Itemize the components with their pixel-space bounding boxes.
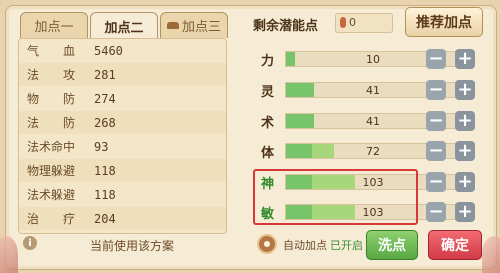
stat-value: 204 (94, 211, 116, 226)
stat-value: 118 (94, 163, 116, 178)
attribute-row: 力 10 (253, 47, 488, 71)
stat-name: 物 防 (27, 92, 76, 106)
auto-add-label[interactable]: 自动加点 (283, 237, 327, 253)
attribute-name: 术 (261, 116, 275, 131)
stat-row: 法术躲避 118 (19, 183, 226, 206)
attribute-row: 灵 41 (253, 78, 488, 102)
stats-panel: 气 血 5460 法 攻 281 物 防 274 法 防 268 法术命中 93… (18, 38, 227, 234)
stat-name: 法术命中 (27, 140, 76, 154)
stat-row: 法术命中 93 (19, 135, 226, 158)
tab-label: 加点三 (181, 20, 221, 35)
stat-row: 治 疗 204 (19, 207, 226, 230)
stat-value: 274 (94, 91, 116, 106)
plus-button[interactable]: + (455, 111, 475, 131)
corner-decoration-right (482, 236, 500, 273)
remaining-points-box: 0 (335, 13, 393, 33)
recommend-points-button[interactable]: 推荐加点 (405, 7, 483, 37)
stat-row: 法 防 268 (19, 111, 226, 134)
current-plan-text: 当前使用该方案 (90, 239, 175, 253)
tab-plan-2[interactable]: 加点二 (90, 12, 158, 39)
stat-value: 93 (94, 139, 109, 154)
attribute-row: 体 72 (253, 139, 488, 163)
tab-plan-1[interactable]: 加点一 (20, 12, 88, 38)
stat-value: 281 (94, 67, 116, 82)
stat-name: 气 血 (27, 44, 76, 58)
auto-add-status: 已开启 (330, 239, 363, 252)
potential-icon (340, 17, 346, 28)
plus-button[interactable]: + (455, 202, 475, 222)
stat-value: 118 (94, 187, 116, 202)
auto-add-gear-icon[interactable] (257, 234, 277, 254)
stat-value: 5460 (94, 43, 123, 58)
stat-name: 治 疗 (27, 212, 76, 226)
plus-button[interactable]: + (455, 172, 475, 192)
stat-value: 268 (94, 115, 116, 130)
minus-button[interactable]: − (426, 172, 446, 192)
info-icon[interactable]: i (23, 236, 37, 250)
stat-row: 气 血 5460 (19, 39, 226, 62)
minus-button[interactable]: − (426, 141, 446, 161)
stat-name: 法术躲避 (27, 188, 76, 202)
stat-name: 法 攻 (27, 68, 76, 82)
tab-plan-3[interactable]: 加点三 (160, 12, 228, 38)
stat-name: 法 防 (27, 116, 76, 130)
tab-label: 加点二 (104, 20, 144, 36)
stat-row: 法 攻 281 (19, 63, 226, 86)
plus-button[interactable]: + (455, 49, 475, 69)
minus-button[interactable]: − (426, 202, 446, 222)
wash-points-button[interactable]: 洗点 (366, 230, 418, 260)
tab-label: 加点一 (34, 20, 74, 35)
attribute-row: 术 41 (253, 109, 488, 133)
stat-row: 物理躲避 118 (19, 159, 226, 182)
minus-button[interactable]: − (426, 111, 446, 131)
remaining-points-label: 剩余潜能点 (253, 19, 319, 34)
plus-button[interactable]: + (455, 80, 475, 100)
stat-name: 物理躲避 (27, 164, 76, 178)
attribute-name: 力 (261, 54, 275, 69)
confirm-button[interactable]: 确定 (428, 230, 482, 260)
highlight-box (253, 169, 418, 225)
attribute-name: 灵 (261, 85, 275, 100)
minus-button[interactable]: − (426, 80, 446, 100)
minus-button[interactable]: − (426, 49, 446, 69)
plus-button[interactable]: + (455, 141, 475, 161)
remaining-points-value: 0 (349, 16, 356, 29)
sofa-icon (166, 22, 179, 29)
stat-row: 物 防 274 (19, 87, 226, 110)
attribute-name: 体 (261, 146, 275, 161)
